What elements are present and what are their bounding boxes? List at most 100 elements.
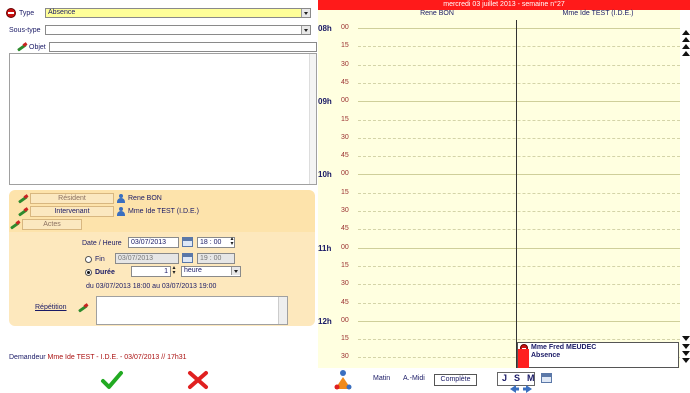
agenda-gridline bbox=[358, 302, 680, 304]
fin-radio[interactable] bbox=[85, 256, 92, 263]
subtype-select[interactable] bbox=[45, 25, 311, 35]
scroll-down-icon[interactable] bbox=[682, 344, 690, 349]
pencil-icon[interactable] bbox=[17, 194, 29, 204]
scroll-up-fast-icon[interactable] bbox=[682, 37, 690, 42]
start-date-field[interactable]: 03/07/2013 bbox=[128, 237, 179, 248]
agenda-gridline bbox=[358, 46, 680, 48]
demandeur-label: Demandeur bbox=[9, 354, 46, 361]
chevron-down-icon[interactable] bbox=[231, 267, 240, 275]
time-slot-minute: 30 bbox=[341, 353, 349, 361]
agenda-gridline bbox=[358, 82, 680, 84]
duree-unit-select[interactable]: heure bbox=[181, 266, 241, 277]
stop-sign-icon bbox=[6, 8, 16, 18]
time-slot: 15 bbox=[318, 185, 358, 203]
time-slot: 12h 00 bbox=[318, 313, 358, 331]
objet-scrollbar[interactable] bbox=[309, 54, 316, 184]
time-slot-hour: 10h bbox=[318, 170, 332, 180]
chevron-down-icon[interactable] bbox=[301, 26, 310, 34]
scroll-up-icon[interactable] bbox=[682, 44, 690, 49]
time-slot-minute: 45 bbox=[341, 152, 349, 160]
column-header-resident: Rene BON bbox=[420, 10, 454, 17]
end-date-field[interactable]: 03/07/2013 bbox=[115, 253, 179, 264]
type-row: Type Absence bbox=[0, 7, 318, 19]
pencil-icon[interactable] bbox=[16, 42, 28, 52]
time-slot: 30 bbox=[318, 203, 358, 221]
view-apres-midi-button[interactable]: A.-Midi bbox=[400, 374, 428, 386]
time-slot: 45 bbox=[318, 75, 358, 93]
time-slot: 45 bbox=[318, 295, 358, 313]
time-slot: 30 bbox=[318, 276, 358, 294]
scroll-down-step-icon[interactable] bbox=[682, 336, 690, 341]
time-slot-minute: 30 bbox=[341, 60, 349, 68]
duree-field[interactable]: 1 bbox=[131, 266, 171, 277]
time-slot-minute: 45 bbox=[341, 298, 349, 306]
datetime-panel: Date / Heure 03/07/2013 18 : 00 ▴ ▾ Fin 0… bbox=[9, 232, 315, 326]
agenda-gridline bbox=[358, 247, 680, 249]
subtype-label: Sous-type bbox=[9, 26, 41, 34]
intervenant-button[interactable]: Intervenant bbox=[30, 206, 114, 217]
repetition-link[interactable]: Répétition bbox=[35, 304, 67, 311]
time-slot-hour: 12h bbox=[318, 316, 332, 326]
time-slot-minute: 00 bbox=[341, 24, 349, 31]
view-month-button[interactable]: M bbox=[527, 373, 535, 383]
fin-label: Fin bbox=[95, 256, 105, 263]
duree-spinner[interactable]: ▴ ▾ bbox=[171, 265, 177, 277]
agenda-event[interactable]: Mme Fred MEUDEC Absence bbox=[517, 342, 679, 369]
time-column: 08h 00 15 30 45 09h 00 15 30 45 10h 00 15 30 45 11h 00 15… bbox=[318, 20, 358, 368]
event-type: Absence bbox=[531, 352, 561, 359]
time-spinner[interactable]: ▴ ▾ bbox=[229, 236, 235, 248]
agenda-gridline bbox=[358, 229, 680, 231]
view-week-button[interactable]: S bbox=[514, 373, 520, 383]
actes-button[interactable]: Actes bbox=[22, 219, 82, 230]
time-slot: 15 bbox=[318, 258, 358, 276]
time-slot: 10h 00 bbox=[318, 166, 358, 184]
time-slot: 30 bbox=[318, 57, 358, 75]
scroll-down-fast-icon[interactable] bbox=[682, 351, 690, 356]
time-slot: 45 bbox=[318, 148, 358, 166]
priority-icon[interactable] bbox=[333, 369, 353, 391]
type-label: Type bbox=[19, 9, 35, 17]
resident-button[interactable]: Résident bbox=[30, 193, 114, 204]
time-slot-minute: 15 bbox=[341, 42, 349, 50]
time-slot-minute: 15 bbox=[341, 188, 349, 196]
agenda-gridline bbox=[358, 211, 680, 212]
pencil-icon[interactable] bbox=[9, 220, 21, 230]
calendar-icon[interactable] bbox=[182, 253, 193, 263]
demandeur-line: Demandeur Mme Ide TEST - I.D.E. - 03/07/… bbox=[9, 354, 187, 361]
agenda-gridline bbox=[358, 284, 680, 286]
time-slot-hour: 08h bbox=[318, 24, 332, 33]
agenda-gridline bbox=[358, 339, 680, 341]
scroll-up-step-icon[interactable] bbox=[682, 51, 690, 56]
pencil-icon[interactable] bbox=[17, 207, 29, 217]
agenda-gridline bbox=[358, 28, 680, 29]
objet-input[interactable] bbox=[49, 42, 317, 52]
repetition-scrollbar[interactable] bbox=[278, 297, 287, 324]
calendar-icon[interactable] bbox=[541, 373, 552, 383]
pencil-icon[interactable] bbox=[77, 303, 89, 313]
prev-next-arrows-icon[interactable] bbox=[509, 385, 533, 393]
cancel-button[interactable] bbox=[186, 369, 210, 391]
repetition-textarea[interactable] bbox=[96, 296, 288, 325]
scroll-top-icon[interactable] bbox=[682, 30, 690, 35]
agenda-gridline bbox=[358, 320, 680, 322]
end-time-field[interactable]: 19 : 00 bbox=[197, 253, 235, 264]
time-slot: 45 bbox=[318, 221, 358, 239]
type-select-value: Absence bbox=[48, 9, 76, 16]
scroll-bottom-icon[interactable] bbox=[682, 358, 690, 363]
column-divider bbox=[516, 20, 517, 368]
chevron-down-icon[interactable] bbox=[301, 9, 310, 17]
time-slot-minute: 15 bbox=[341, 261, 349, 269]
view-complete-button[interactable]: Complète bbox=[434, 374, 477, 386]
objet-textarea[interactable] bbox=[9, 53, 317, 185]
view-day-button[interactable]: J bbox=[502, 373, 507, 383]
validate-button[interactable] bbox=[100, 369, 124, 391]
view-matin-button[interactable]: Matin bbox=[370, 374, 393, 386]
demandeur-value: Mme Ide TEST - I.D.E. - 03/07/2013 // 17… bbox=[47, 354, 187, 361]
checkmark-icon bbox=[101, 371, 123, 389]
time-slot-minute: 30 bbox=[341, 280, 349, 288]
event-person: Mme Fred MEUDEC bbox=[531, 344, 597, 351]
calendar-icon[interactable] bbox=[182, 237, 193, 247]
agenda-nav-strip bbox=[680, 10, 690, 368]
type-select[interactable]: Absence bbox=[45, 8, 311, 18]
duree-radio[interactable] bbox=[85, 269, 92, 276]
